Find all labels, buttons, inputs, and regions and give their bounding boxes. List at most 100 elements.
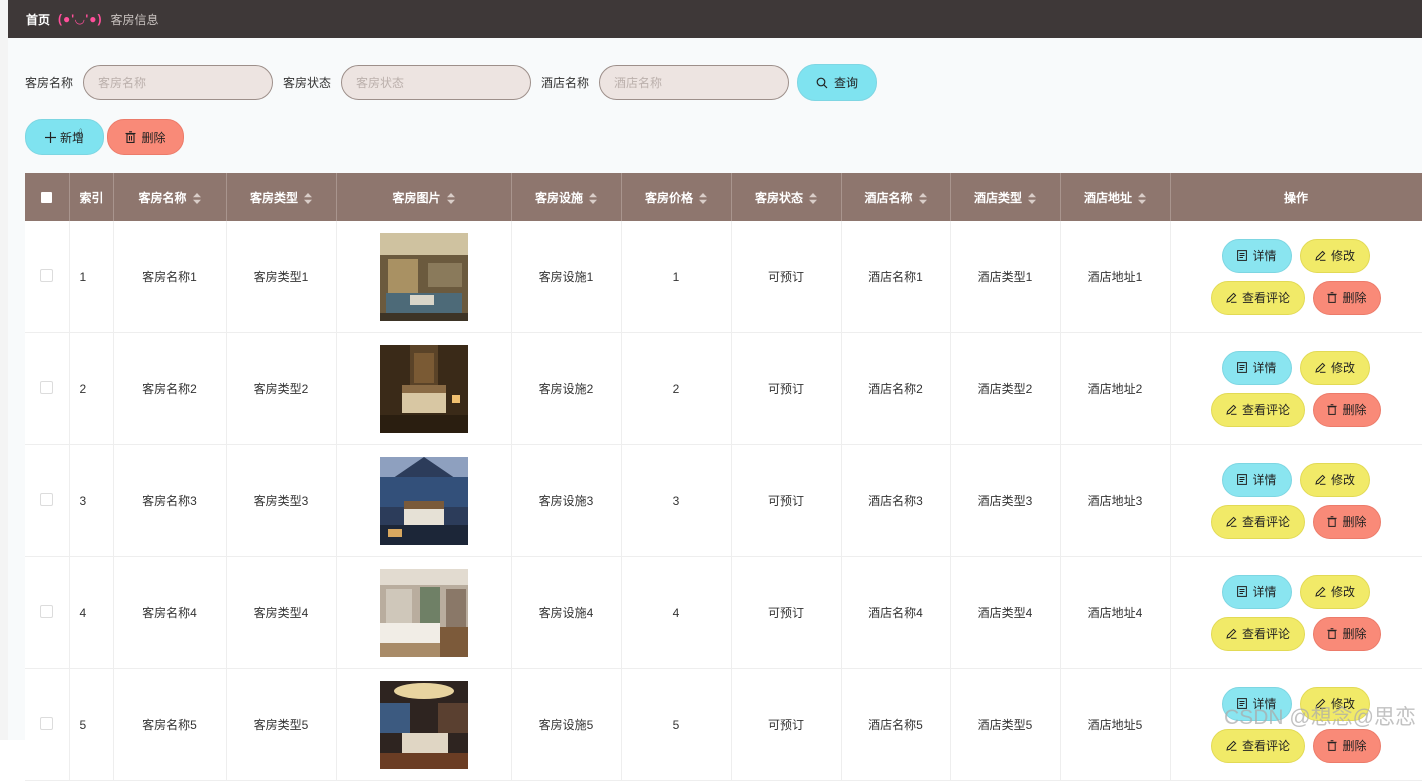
- sort-caret-icon[interactable]: [192, 192, 201, 204]
- view-reviews-button[interactable]: 查看评论: [1211, 616, 1305, 651]
- cell-room-image: [336, 556, 512, 669]
- sort-caret-icon[interactable]: [446, 192, 455, 204]
- header-label: 酒店类型: [973, 190, 1022, 205]
- delete-button[interactable]: 删除: [1313, 504, 1381, 539]
- edit-label: 修改: [1330, 249, 1355, 263]
- breadcrumb-emoji: (●'◡'●): [58, 12, 103, 26]
- table-row: 4 客房名称4 客房类型4 客房设施4 4 可预订 酒店名称4 酒店类型4 酒店…: [25, 556, 1422, 669]
- cell-status: 可预订: [731, 444, 842, 557]
- room-photo[interactable]: [379, 456, 468, 545]
- delete-label: 删除: [1342, 291, 1367, 305]
- watermark: CSDN @想念@思恋: [1224, 706, 1416, 729]
- room-name-label: 客房名称: [25, 76, 74, 90]
- breadcrumb-home[interactable]: 首页: [26, 11, 50, 28]
- trash-icon: [1327, 740, 1338, 751]
- hotel-name-label: 酒店名称: [541, 76, 590, 90]
- header-room-image[interactable]: 客房图片: [336, 173, 512, 221]
- room-photo[interactable]: [379, 680, 468, 769]
- header-facility[interactable]: 客房设施: [511, 173, 622, 221]
- add-button[interactable]: 新增 ☝: [25, 119, 104, 155]
- detail-button[interactable]: 详情: [1222, 462, 1292, 497]
- document-icon: [1237, 362, 1248, 373]
- row-checkbox[interactable]: [40, 380, 54, 394]
- hotel-name-input[interactable]: [599, 65, 790, 100]
- sort-caret-icon[interactable]: [304, 192, 312, 204]
- view-reviews-button[interactable]: 查看评论: [1211, 728, 1305, 763]
- sort-caret-icon[interactable]: [699, 192, 707, 204]
- cell-price: 1: [621, 221, 732, 333]
- cell-room-image: [336, 668, 512, 781]
- trash-icon: [125, 131, 136, 143]
- cell-room-image: [336, 221, 512, 333]
- detail-button[interactable]: 详情: [1222, 238, 1292, 273]
- row-select-cell: [25, 668, 70, 781]
- cell-room-type: 客房类型4: [226, 556, 337, 669]
- detail-label: 详情: [1252, 361, 1277, 375]
- row-checkbox[interactable]: [40, 604, 54, 618]
- row-checkbox[interactable]: [40, 716, 54, 730]
- delete-button[interactable]: 删除: [1313, 392, 1381, 427]
- row-checkbox[interactable]: [40, 268, 54, 282]
- sort-caret-icon[interactable]: [809, 192, 817, 204]
- detail-button[interactable]: 详情: [1222, 350, 1292, 385]
- room-photo[interactable]: [379, 344, 468, 433]
- cell-index: 2: [69, 332, 114, 445]
- delete-button[interactable]: 删除: [1313, 616, 1381, 651]
- header-hotel-type[interactable]: 酒店类型: [950, 173, 1061, 221]
- trash-icon: [1327, 404, 1338, 415]
- room-name-input[interactable]: [83, 65, 274, 100]
- sort-caret-icon[interactable]: [918, 192, 927, 204]
- view-reviews-button[interactable]: 查看评论: [1211, 504, 1305, 539]
- pencil-icon: [1226, 292, 1237, 303]
- header-hotel-address[interactable]: 酒店地址: [1060, 173, 1171, 221]
- header-status[interactable]: 客房状态: [731, 173, 842, 221]
- pencil-icon: [1226, 404, 1237, 415]
- delete-label: 删除: [1342, 627, 1367, 641]
- view-reviews-button[interactable]: 查看评论: [1211, 392, 1305, 427]
- select-all-checkbox[interactable]: [41, 192, 53, 204]
- view-reviews-button[interactable]: 查看评论: [1211, 280, 1305, 315]
- header-label: 酒店地址: [1083, 190, 1132, 205]
- cell-operations: 详情 修改 查看评论 删除: [1170, 444, 1422, 557]
- header-hotel-name[interactable]: 酒店名称: [841, 173, 951, 221]
- room-status-input[interactable]: [341, 65, 532, 100]
- delete-button[interactable]: 删除: [1313, 280, 1381, 315]
- edit-button[interactable]: 修改: [1300, 238, 1370, 273]
- cell-room-name: 客房名称3: [113, 444, 227, 557]
- room-photo[interactable]: [379, 232, 468, 321]
- sort-caret-icon[interactable]: [1028, 192, 1036, 204]
- table-row: 3 客房名称3 客房类型3 客房设施3 3 可预订 酒店名称3 酒店类型3 酒店…: [25, 444, 1422, 557]
- query-button[interactable]: 查询: [797, 64, 878, 101]
- header-label: 客房状态: [754, 190, 803, 205]
- pencil-icon: [1315, 362, 1326, 373]
- edit-button[interactable]: 修改: [1300, 462, 1370, 497]
- detail-label: 详情: [1252, 473, 1277, 487]
- edit-button[interactable]: 修改: [1300, 350, 1370, 385]
- header-room-type[interactable]: 客房类型: [226, 173, 337, 221]
- cell-room-name: 客房名称4: [113, 556, 227, 669]
- header-room-name[interactable]: 客房名称: [113, 173, 227, 221]
- cell-room-type: 客房类型1: [226, 221, 337, 333]
- header-label: 客房名称: [138, 190, 187, 205]
- sort-caret-icon[interactable]: [589, 192, 597, 204]
- pencil-icon: [1315, 250, 1326, 261]
- header-price[interactable]: 客房价格: [621, 173, 732, 221]
- edit-button[interactable]: 修改: [1300, 574, 1370, 609]
- document-icon: [1237, 586, 1248, 597]
- detail-button[interactable]: 详情: [1222, 574, 1292, 609]
- batch-delete-button[interactable]: 删除: [107, 119, 184, 155]
- detail-label: 详情: [1252, 585, 1277, 599]
- delete-button[interactable]: 删除: [1313, 728, 1381, 763]
- row-checkbox[interactable]: [40, 492, 54, 506]
- pencil-icon: [1315, 586, 1326, 597]
- row-select-cell: [25, 556, 70, 669]
- edit-label: 修改: [1330, 361, 1355, 375]
- left-strip: [0, 0, 8, 740]
- pencil-icon: [1315, 474, 1326, 485]
- header-label: 客房类型: [249, 190, 298, 205]
- table-row: 2 客房名称2 客房类型2 客房设施2 2 可预订 酒店名称2 酒店类型2 酒店…: [25, 332, 1422, 445]
- document-icon: [1237, 474, 1248, 485]
- sort-caret-icon[interactable]: [1138, 192, 1146, 204]
- room-photo[interactable]: [379, 568, 468, 657]
- cell-hotel-type: 酒店类型4: [950, 556, 1061, 669]
